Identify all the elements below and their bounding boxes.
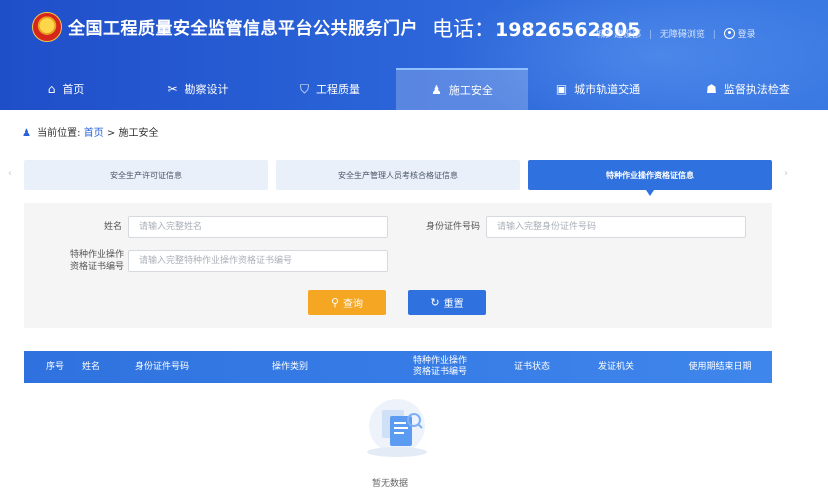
refresh-icon: ↻ (430, 296, 440, 309)
breadcrumb-home-link[interactable]: 首页 (84, 128, 104, 139)
nav-item-label: 工程质量 (316, 83, 360, 96)
query-button[interactable]: ⚲ 查询 (308, 290, 386, 315)
main-nav: ⌂ 首页 ✂ 勘察设计 ⛉ 工程质量 ♟ 施工安全 ▣ 城市轨道交通 ☗ 监督执… (0, 68, 828, 110)
column-header-id-number: 身份证件号码 (134, 361, 189, 372)
column-header-issuing-authority: 发证机关 (597, 361, 634, 372)
nav-item-label: 勘察设计 (184, 83, 229, 96)
search-icon: ⚲ (330, 296, 340, 309)
accessible-browse-link[interactable]: 无障碍浏览 (660, 30, 705, 40)
no-data-illustration (367, 399, 427, 457)
site-header: 全国工程质量安全监管信息平台公共服务门户 电话：19826562805 城乡建设… (0, 0, 828, 110)
query-button-label: 查询 (343, 299, 364, 310)
cert-label-line1: 特种作业操作 (69, 250, 124, 260)
chevron-left-icon[interactable]: ‹ (8, 168, 12, 179)
shield-icon: ⛉ (299, 81, 309, 96)
national-emblem-icon (32, 12, 62, 42)
tab-safety-production-license[interactable]: 安全生产许可证信息 (24, 160, 268, 190)
train-icon: ▣ (555, 82, 568, 96)
user-icon[interactable] (723, 28, 735, 39)
cert-number-input[interactable]: 请输入完整特种作业操作资格证书编号 (128, 250, 388, 272)
home-icon: ⌂ (47, 82, 56, 96)
column-header-cert-number: 特种作业操作 资格证书编号 (400, 351, 480, 383)
link-divider: | (712, 30, 716, 40)
tab-label: 特种作业操作资格证信息 (606, 170, 694, 180)
worker-icon: ♟ (431, 83, 442, 97)
search-form: 姓名 请输入完整姓名 身份证件号码 请输入完整身份证件号码 特种作业操作 资格证… (24, 203, 772, 328)
nav-item-construction-safety[interactable]: ♟ 施工安全 (396, 68, 528, 110)
location-icon: ♟ (22, 128, 31, 139)
chevron-right-icon[interactable]: › (784, 168, 788, 179)
column-header-operation-type: 操作类别 (271, 361, 308, 372)
table-header: 序号 姓名 身份证件号码 操作类别 特种作业操作 资格证书编号 证书状态 发证机… (24, 351, 772, 383)
column-header-expiry-date: 使用期结束日期 (688, 361, 752, 372)
column-header-cert-status: 证书状态 (513, 361, 550, 372)
reset-button-label: 重置 (443, 299, 464, 310)
tab-special-operation-certificate[interactable]: 特种作业操作资格证信息 (528, 160, 772, 196)
name-input[interactable]: 请输入完整姓名 (128, 216, 388, 238)
tools-icon: ✂ (167, 82, 178, 96)
reset-button[interactable]: ↻ 重置 (408, 290, 486, 315)
category-tabs: 安全生产许可证信息 安全生产管理人员考核合格证信息 特种作业操作资格证信息 (24, 160, 772, 196)
column-header-line: 资格证书编号 (412, 367, 467, 377)
nav-item-label: 监督执法检查 (723, 83, 790, 96)
phone-label: 电话： (432, 17, 495, 41)
tab-label: 安全生产管理人员考核合格证信息 (338, 170, 458, 180)
nav-item-label: 首页 (62, 83, 85, 96)
login-link[interactable]: 登录 (738, 30, 756, 40)
breadcrumb-separator: > (106, 128, 116, 139)
column-header-index: 序号 (45, 361, 64, 372)
ministry-link[interactable]: 城乡建设部 (596, 30, 641, 40)
officer-icon: ☗ (706, 82, 717, 96)
top-links: 城乡建设部 | 无障碍浏览 | 登录 (596, 27, 756, 40)
nav-item-home[interactable]: ⌂ 首页 (0, 68, 132, 110)
nav-item-survey-design[interactable]: ✂ 勘察设计 (132, 68, 264, 110)
tab-safety-manager-certificate[interactable]: 安全生产管理人员考核合格证信息 (276, 160, 520, 190)
nav-item-engineering-quality[interactable]: ⛉ 工程质量 (264, 68, 396, 110)
id-number-input[interactable]: 请输入完整身份证件号码 (486, 216, 746, 238)
breadcrumb-current: 施工安全 (118, 128, 159, 139)
column-header-line: 特种作业操作 (412, 356, 467, 366)
nav-item-label: 城市轨道交通 (574, 83, 641, 96)
name-label: 姓名 (103, 222, 122, 232)
site-title: 全国工程质量安全监管信息平台公共服务门户 (68, 19, 418, 39)
nav-item-label: 施工安全 (448, 84, 493, 97)
empty-state-text: 暂无数据 (372, 479, 409, 489)
breadcrumb-prefix: 当前位置: (37, 128, 81, 139)
link-divider: | (648, 30, 652, 40)
breadcrumb: ♟ 当前位置: 首页 > 施工安全 (22, 124, 158, 139)
column-header-name: 姓名 (81, 361, 100, 372)
cert-label-line2: 资格证书编号 (69, 262, 124, 272)
nav-item-urban-rail[interactable]: ▣ 城市轨道交通 (528, 68, 668, 110)
id-number-label: 身份证件号码 (425, 222, 480, 232)
nav-item-supervision-inspection[interactable]: ☗ 监督执法检查 (668, 68, 828, 110)
tab-label: 安全生产许可证信息 (110, 170, 182, 180)
cert-number-label: 特种作业操作 资格证书编号 (48, 249, 124, 273)
